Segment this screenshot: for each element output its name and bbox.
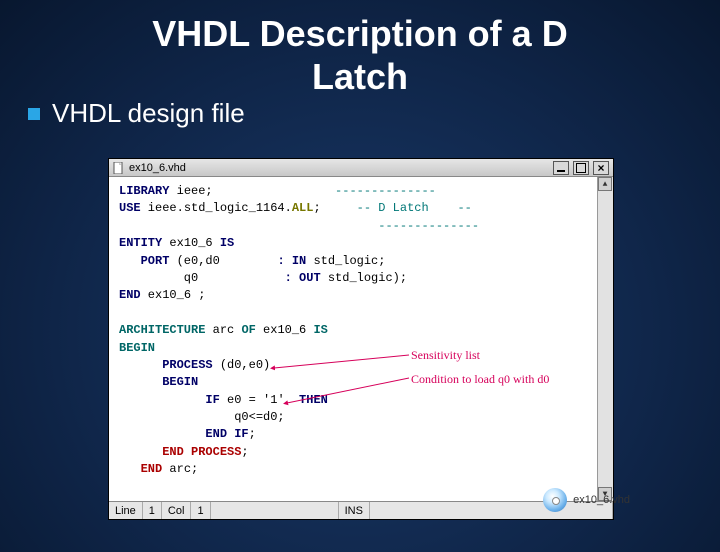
status-col-label: Col (162, 502, 192, 519)
vertical-scrollbar[interactable]: ▲ ▼ (597, 177, 613, 501)
code-editor[interactable]: LIBRARY ieee; -------------- USE ieee.st… (109, 177, 613, 501)
slide-title: VHDL Description of a D Latch (0, 12, 720, 98)
window-title: ex10_6.vhd (129, 162, 186, 174)
bullet-item: VHDL design file (28, 98, 720, 129)
file-icon (113, 162, 125, 174)
bullet-text: VHDL design file (52, 98, 245, 129)
cd-label: ex10_6.vhd (573, 494, 630, 506)
title-line-1: VHDL Description of a D (0, 12, 720, 55)
cd-reference: ex10_6.vhd (543, 488, 630, 512)
status-line-label: Line (109, 502, 143, 519)
maximize-button[interactable] (573, 161, 589, 175)
title-line-2: Latch (0, 55, 720, 98)
cd-icon (543, 488, 567, 512)
close-button[interactable] (593, 161, 609, 175)
status-col-value: 1 (191, 502, 210, 519)
scroll-up-button[interactable]: ▲ (598, 177, 612, 191)
editor-window: ex10_6.vhd LIBRARY ieee; -------------- … (108, 158, 614, 520)
minimize-button[interactable] (553, 161, 569, 175)
status-mode: INS (339, 502, 370, 519)
statusbar: Line 1 Col 1 INS (109, 501, 613, 519)
bullet-icon (28, 108, 40, 120)
status-line-value: 1 (143, 502, 162, 519)
titlebar: ex10_6.vhd (109, 159, 613, 177)
